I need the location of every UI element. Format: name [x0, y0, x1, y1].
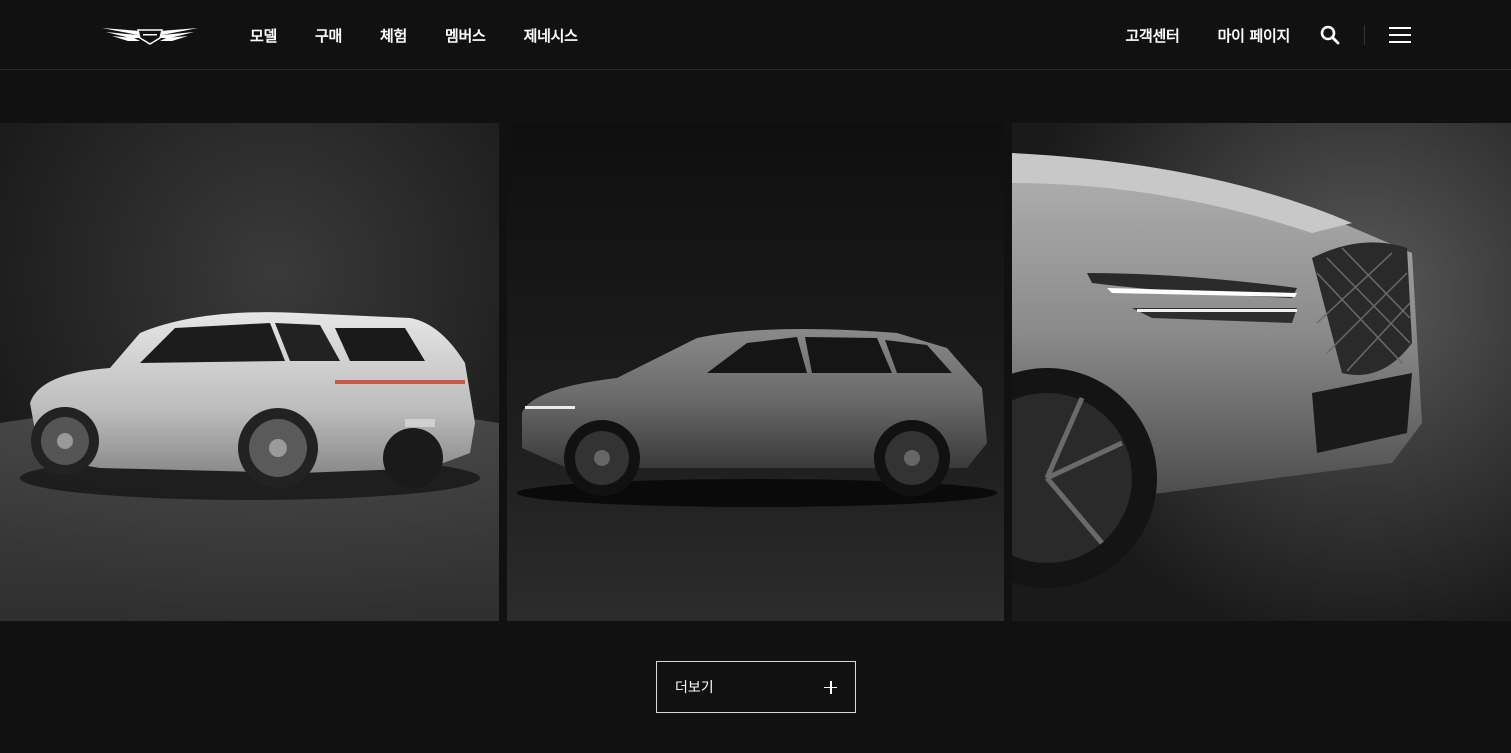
- nav-item-purchase[interactable]: 구매: [315, 25, 342, 46]
- plus-icon: [824, 680, 837, 694]
- nav-item-genesis[interactable]: 제네시스: [524, 25, 578, 46]
- more-button[interactable]: 더보기: [656, 661, 856, 713]
- genesis-logo[interactable]: [100, 24, 200, 46]
- gallery-image-front-detail[interactable]: [1012, 123, 1511, 621]
- my-page-link[interactable]: 마이 페이지: [1218, 25, 1291, 46]
- search-icon[interactable]: [1320, 25, 1340, 45]
- util-divider: [1364, 25, 1365, 45]
- customer-center-link[interactable]: 고객센터: [1126, 25, 1180, 46]
- nav-item-members[interactable]: 멤버스: [445, 25, 486, 46]
- nav-item-models[interactable]: 모델: [250, 25, 277, 46]
- utility-nav: 고객센터 마이 페이지: [1088, 0, 1411, 70]
- hamburger-menu-icon[interactable]: [1389, 26, 1411, 44]
- more-button-label: 더보기: [675, 679, 714, 695]
- car-image-gallery: [0, 123, 1511, 621]
- gallery-image-rear-view[interactable]: [0, 123, 499, 621]
- main-nav: 모델 구매 체험 멤버스 제네시스: [250, 0, 616, 70]
- nav-item-experience[interactable]: 체험: [380, 25, 407, 46]
- genesis-wings-logo-icon: [102, 28, 198, 45]
- gallery-image-side-view[interactable]: [507, 123, 1004, 621]
- site-header: 모델 구매 체험 멤버스 제네시스 고객센터 마이 페이지: [0, 0, 1511, 70]
